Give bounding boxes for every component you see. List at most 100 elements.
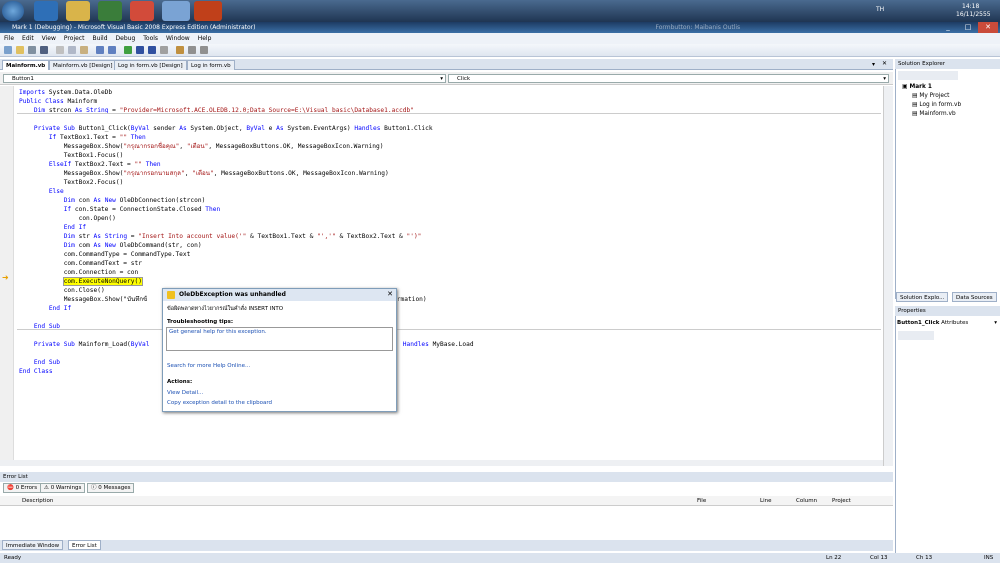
- solution-toolbar[interactable]: [898, 71, 958, 80]
- properties-object-dropdown[interactable]: Button1_Click Attributes ▾: [897, 319, 998, 328]
- menu-edit[interactable]: Edit: [18, 35, 38, 42]
- code-line[interactable]: MessageBox.Show("กรุณากรอกนามสกุล", "เตื…: [19, 169, 389, 178]
- view-detail-link[interactable]: View Detail...: [167, 390, 203, 396]
- code-line[interactable]: con.Close(): [19, 286, 105, 295]
- menu-debug[interactable]: Debug: [112, 35, 140, 42]
- close-icon[interactable]: ✕: [978, 22, 998, 33]
- close-exception-icon[interactable]: ✕: [387, 290, 393, 298]
- pause-icon[interactable]: [136, 46, 144, 54]
- code-line[interactable]: com.Connection = con: [19, 268, 139, 277]
- copy-icon[interactable]: [68, 46, 76, 54]
- media-player-icon[interactable]: [98, 1, 122, 21]
- code-line[interactable]: End Class: [19, 367, 53, 376]
- save-all-icon[interactable]: [40, 46, 48, 54]
- code-line[interactable]: TextBox1.Focus(): [19, 151, 124, 160]
- class-dropdown[interactable]: Button1 ▾: [3, 74, 446, 83]
- tab-solution-explorer[interactable]: Solution Explo...: [896, 292, 949, 302]
- ie-icon[interactable]: [34, 1, 58, 21]
- code-line[interactable]: End If: [19, 223, 86, 232]
- tab-mainform-design[interactable]: Mainform.vb [Design]: [49, 60, 117, 70]
- code-line[interactable]: Public Class Mainform: [19, 97, 97, 106]
- code-line[interactable]: con.Open(): [19, 214, 116, 223]
- code-line[interactable]: TextBox2.Focus(): [19, 178, 124, 187]
- status-line: Ln 22: [826, 555, 842, 561]
- status-bar: Ready Ln 22 Col 13 Ch 13 INS: [0, 553, 1000, 563]
- start-debug-icon[interactable]: [124, 46, 132, 54]
- col-file[interactable]: File: [697, 496, 706, 506]
- method-separator: [17, 329, 881, 330]
- col-column[interactable]: Column: [796, 496, 817, 506]
- menu-tools[interactable]: Tools: [139, 35, 162, 42]
- col-description[interactable]: Description: [22, 496, 53, 506]
- tab-immediate-window[interactable]: Immediate Window: [2, 540, 64, 550]
- redo-icon[interactable]: [108, 46, 116, 54]
- col-line[interactable]: Line: [760, 496, 771, 506]
- errors-filter-button[interactable]: ⛔ 0 Errors: [3, 483, 42, 493]
- code-line[interactable]: Imports System.Data.OleDb: [19, 88, 112, 97]
- folder-icon[interactable]: [66, 1, 90, 21]
- new-project-icon[interactable]: [4, 46, 12, 54]
- menu-window[interactable]: Window: [162, 35, 194, 42]
- save-icon[interactable]: [28, 46, 36, 54]
- code-line[interactable]: Else: [19, 187, 64, 196]
- menu-build[interactable]: Build: [88, 35, 111, 42]
- menu-project[interactable]: Project: [60, 35, 89, 42]
- code-line[interactable]: End If: [19, 304, 71, 313]
- cut-icon[interactable]: [56, 46, 64, 54]
- code-line[interactable]: com.CommandType = CommandType.Text: [19, 250, 191, 259]
- code-line[interactable]: If con.State = ConnectionState.Closed Th…: [19, 205, 220, 214]
- language-indicator[interactable]: TH: [876, 6, 884, 13]
- tree-item-mark1[interactable]: ▣ Mark 1: [902, 83, 932, 92]
- tab-mainform-vb[interactable]: Mainform.vb: [2, 60, 50, 70]
- step-icon[interactable]: [160, 46, 168, 54]
- code-line[interactable]: Private Sub Button1_Click(ByVal sender A…: [19, 124, 433, 133]
- menu-help[interactable]: Help: [194, 35, 216, 42]
- tree-item-login-form[interactable]: ▤ Log in form.vb: [912, 101, 961, 110]
- chrome-icon[interactable]: [130, 1, 154, 21]
- code-line[interactable]: Dim com As New OleDbCommand(str, con): [19, 241, 202, 250]
- start-button[interactable]: [2, 1, 24, 21]
- tip-link[interactable]: Get general help for this exception.: [169, 329, 267, 335]
- tree-item-mainform[interactable]: ▤ Mainform.vb: [912, 110, 956, 119]
- help-online-link[interactable]: Search for more Help Online...: [167, 363, 250, 369]
- code-line[interactable]: If TextBox1.Text = "" Then: [19, 133, 146, 142]
- find-icon[interactable]: [200, 46, 208, 54]
- col-project[interactable]: Project: [832, 496, 851, 506]
- stop-icon[interactable]: [148, 46, 156, 54]
- tab-login-design[interactable]: Log in form.vb [Design]: [114, 60, 187, 70]
- paste-icon[interactable]: [80, 46, 88, 54]
- tab-data-sources[interactable]: Data Sources: [952, 292, 997, 302]
- code-line[interactable]: End Sub: [19, 358, 60, 367]
- status-ch: Ch 13: [916, 555, 933, 561]
- code-line[interactable]: Dim con As New OleDbConnection(strcon): [19, 196, 206, 205]
- messages-filter-button[interactable]: ⓘ 0 Messages: [87, 483, 135, 493]
- maximize-icon[interactable]: □: [958, 22, 978, 33]
- undo-icon[interactable]: [96, 46, 104, 54]
- tree-item-myproject[interactable]: ▤ My Project: [912, 92, 949, 101]
- tab-login-vb[interactable]: Log in form.vb: [187, 60, 235, 70]
- code-line[interactable]: ElseIf TextBox2.Text = "" Then: [19, 160, 161, 169]
- tab-error-list[interactable]: Error List: [68, 540, 101, 550]
- editor-horizontal-scrollbar[interactable]: [0, 460, 883, 466]
- visual-studio-icon[interactable]: [162, 1, 190, 21]
- toolbox-icon[interactable]: [188, 46, 196, 54]
- minimize-icon[interactable]: _: [938, 22, 958, 33]
- code-line[interactable]: com.ExecuteNonQuery(): [19, 277, 143, 286]
- code-line[interactable]: Dim str As String = "Insert Into account…: [19, 232, 422, 241]
- menu-file[interactable]: File: [0, 35, 18, 42]
- copy-detail-link[interactable]: Copy exception detail to the clipboard: [167, 400, 272, 406]
- close-tab-icon[interactable]: ✕: [882, 60, 887, 67]
- open-icon[interactable]: [16, 46, 24, 54]
- properties-icon[interactable]: [176, 46, 184, 54]
- properties-panel: [895, 306, 1000, 553]
- properties-toolbar[interactable]: [898, 331, 934, 340]
- code-line[interactable]: com.CommandText = str: [19, 259, 142, 268]
- method-dropdown[interactable]: Click ▾: [448, 74, 889, 83]
- tab-dropdown-icon[interactable]: ▾: [872, 61, 875, 68]
- clock-time: 14:18: [962, 3, 980, 10]
- editor-vertical-scrollbar[interactable]: [883, 86, 893, 466]
- code-line[interactable]: MessageBox.Show("กรุณากรอกชื่อคุณ", "เตื…: [19, 142, 384, 151]
- warnings-filter-button[interactable]: ⚠ 0 Warnings: [40, 483, 86, 493]
- menu-view[interactable]: View: [38, 35, 60, 42]
- office-icon[interactable]: [194, 1, 222, 21]
